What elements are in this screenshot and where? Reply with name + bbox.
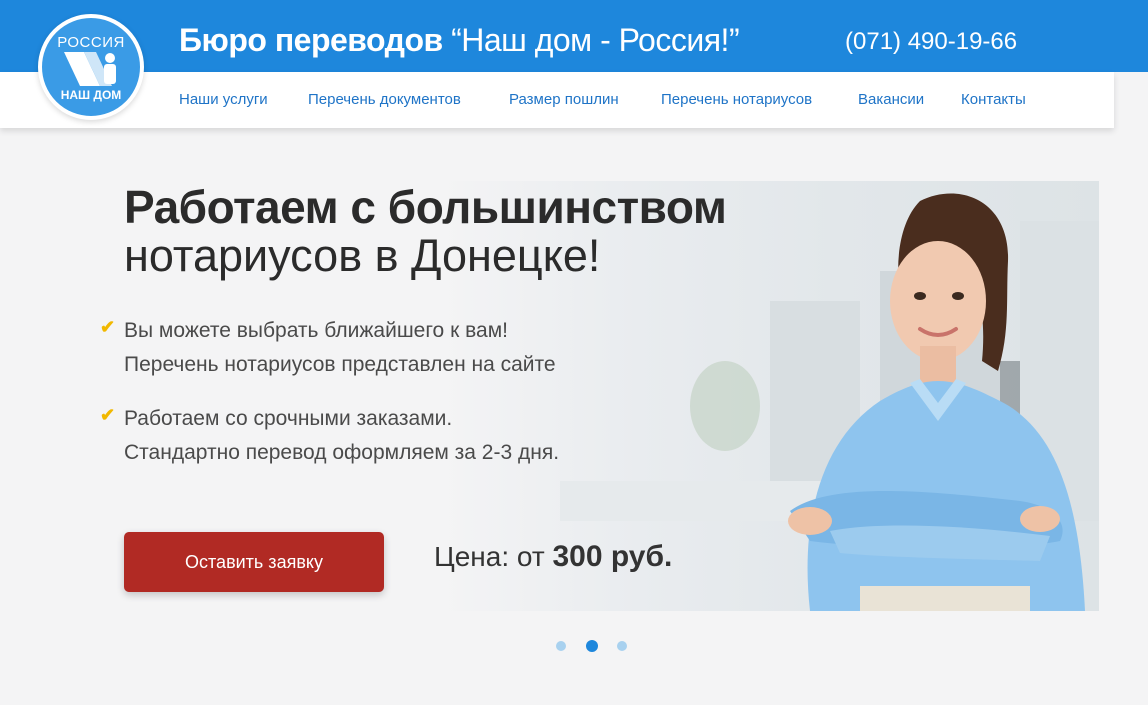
header-phone[interactable]: (071) 490-19-66: [845, 28, 1017, 56]
check-icon: ✔: [100, 405, 116, 425]
nav-item-services[interactable]: Наши услуги: [179, 91, 268, 108]
site-logo[interactable]: РОССИЯ НАШ ДОМ: [38, 14, 144, 120]
hero-bullet-line: Работаем со срочными заказами.: [124, 407, 453, 430]
hero-headline-regular: нотариусов в Донецке!: [124, 230, 601, 281]
price-label: Цена: от 300 руб.: [434, 540, 672, 574]
site-title: Бюро переводов “Наш дом - Россия!”: [179, 22, 740, 59]
nav-item-documents[interactable]: Перечень документов: [308, 91, 461, 108]
hero-headline-bold: Работаем с большинством: [124, 181, 727, 233]
slider-dot-2[interactable]: [586, 640, 598, 652]
site-title-name: “Наш дом - Россия!”: [442, 22, 740, 58]
hero-bullet-text: Работаем со срочными заказами. Стандартно…: [124, 402, 559, 470]
check-icon: ✔: [100, 317, 116, 337]
hero-bullet-line: Стандартно перевод оформляем за 2-3 дня.: [124, 441, 560, 464]
logo-emblem-icon: [64, 52, 116, 86]
slider-dot-3[interactable]: [617, 641, 627, 651]
site-title-bold: Бюро переводов: [179, 22, 443, 58]
hero-woman-image: [788, 193, 1085, 611]
main-nav: Наши услуги Перечень документов Размер п…: [0, 72, 1114, 128]
logo-bottom-text: НАШ ДОМ: [60, 88, 122, 102]
hero-bullet-line: Вы можете выбрать ближайшего к вам!: [124, 319, 508, 342]
nav-item-notaries[interactable]: Перечень нотариусов: [661, 91, 812, 108]
request-button[interactable]: Оставить заявку: [124, 532, 384, 592]
nav-item-contacts[interactable]: Контакты: [961, 91, 1026, 108]
price-prefix: Цена: от: [434, 541, 553, 572]
slider-dot-1[interactable]: [556, 641, 566, 651]
hero-bullet-line: Перечень нотариусов представлен на сайте: [124, 353, 556, 376]
hero-bullet-text: Вы можете выбрать ближайшего к вам! Переч…: [124, 314, 556, 382]
nav-item-vacancies[interactable]: Вакансии: [858, 91, 924, 108]
nav-item-fees[interactable]: Размер пошлин: [509, 91, 619, 108]
price-amount: 300 руб.: [552, 540, 673, 573]
